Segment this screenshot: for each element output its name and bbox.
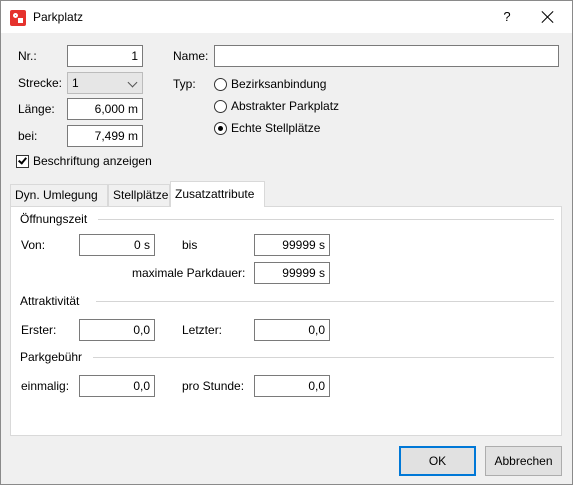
app-icon [10, 10, 26, 26]
close-icon[interactable] [537, 7, 559, 27]
laenge-field[interactable]: 6,000 m [67, 98, 143, 120]
radio-echte-stellplaetze-label[interactable]: Echte Stellplätze [231, 121, 320, 135]
radio-abstrakter-parkplatz-label[interactable]: Abstrakter Parkplatz [231, 99, 339, 113]
tab-zusatzattribute[interactable]: Zusatzattribute [170, 181, 265, 207]
pro-stunde-label: pro Stunde: [182, 379, 245, 393]
radio-abstrakter-parkplatz[interactable] [214, 100, 227, 113]
einmalig-label: einmalig: [21, 379, 70, 393]
name-label: Name: [173, 49, 209, 63]
letzter-label: Letzter: [182, 323, 223, 337]
parkplatz-dialog: Parkplatz ? Nr.: 1 Strecke: 1 Länge: 6,0… [0, 0, 573, 485]
zusatzattribute-panel: Öffnungszeit Von: 0 s bis 99999 s maxima… [10, 206, 562, 436]
max-parkdauer-label: maximale Parkdauer: [132, 266, 246, 280]
beschriftung-label[interactable]: Beschriftung anzeigen [33, 154, 152, 168]
tab-dyn-umlegung[interactable]: Dyn. Umlegung [10, 184, 108, 206]
divider [98, 219, 554, 220]
pro-stunde-field[interactable]: 0,0 [254, 375, 330, 397]
bei-label: bei: [18, 129, 38, 143]
erster-field[interactable]: 0,0 [79, 319, 155, 341]
radio-bezirksanbindung-label[interactable]: Bezirksanbindung [231, 77, 326, 91]
strecke-value: 1 [72, 76, 79, 90]
laenge-label: Länge: [18, 102, 55, 116]
erster-label: Erster: [21, 323, 57, 337]
strecke-dropdown[interactable]: 1 [67, 72, 143, 94]
nr-label: Nr.: [18, 49, 37, 63]
divider [96, 301, 554, 302]
window-title: Parkplatz [33, 10, 84, 24]
von-label: Von: [21, 238, 46, 252]
bei-field[interactable]: 7,499 m [67, 125, 143, 147]
von-field[interactable]: 0 s [79, 234, 155, 256]
bis-field[interactable]: 99999 s [254, 234, 330, 256]
attraktivitaet-group-title: Attraktivität [20, 294, 80, 308]
checkmark-icon [18, 155, 27, 165]
oeffnungszeit-group-title: Öffnungszeit [20, 212, 88, 226]
typ-label: Typ: [173, 77, 196, 91]
einmalig-field[interactable]: 0,0 [79, 375, 155, 397]
chevron-down-icon [127, 77, 138, 88]
ok-button[interactable]: OK [399, 446, 476, 476]
name-field[interactable] [214, 45, 559, 67]
beschriftung-checkbox[interactable] [16, 155, 29, 168]
radio-echte-stellplaetze[interactable] [214, 122, 227, 135]
strecke-label: Strecke: [18, 76, 63, 90]
help-button[interactable]: ? [497, 7, 517, 27]
divider [93, 357, 554, 358]
bis-label: bis [182, 238, 198, 252]
letzter-field[interactable]: 0,0 [254, 319, 330, 341]
tab-stellplaetze[interactable]: Stellplätze [108, 184, 170, 206]
parkgebuehr-group-title: Parkgebühr [20, 350, 83, 364]
radio-bezirksanbindung[interactable] [214, 78, 227, 91]
cancel-button[interactable]: Abbrechen [485, 446, 562, 476]
max-parkdauer-field[interactable]: 99999 s [254, 262, 330, 284]
title-bar: Parkplatz ? [1, 1, 572, 33]
nr-field[interactable]: 1 [67, 45, 143, 67]
